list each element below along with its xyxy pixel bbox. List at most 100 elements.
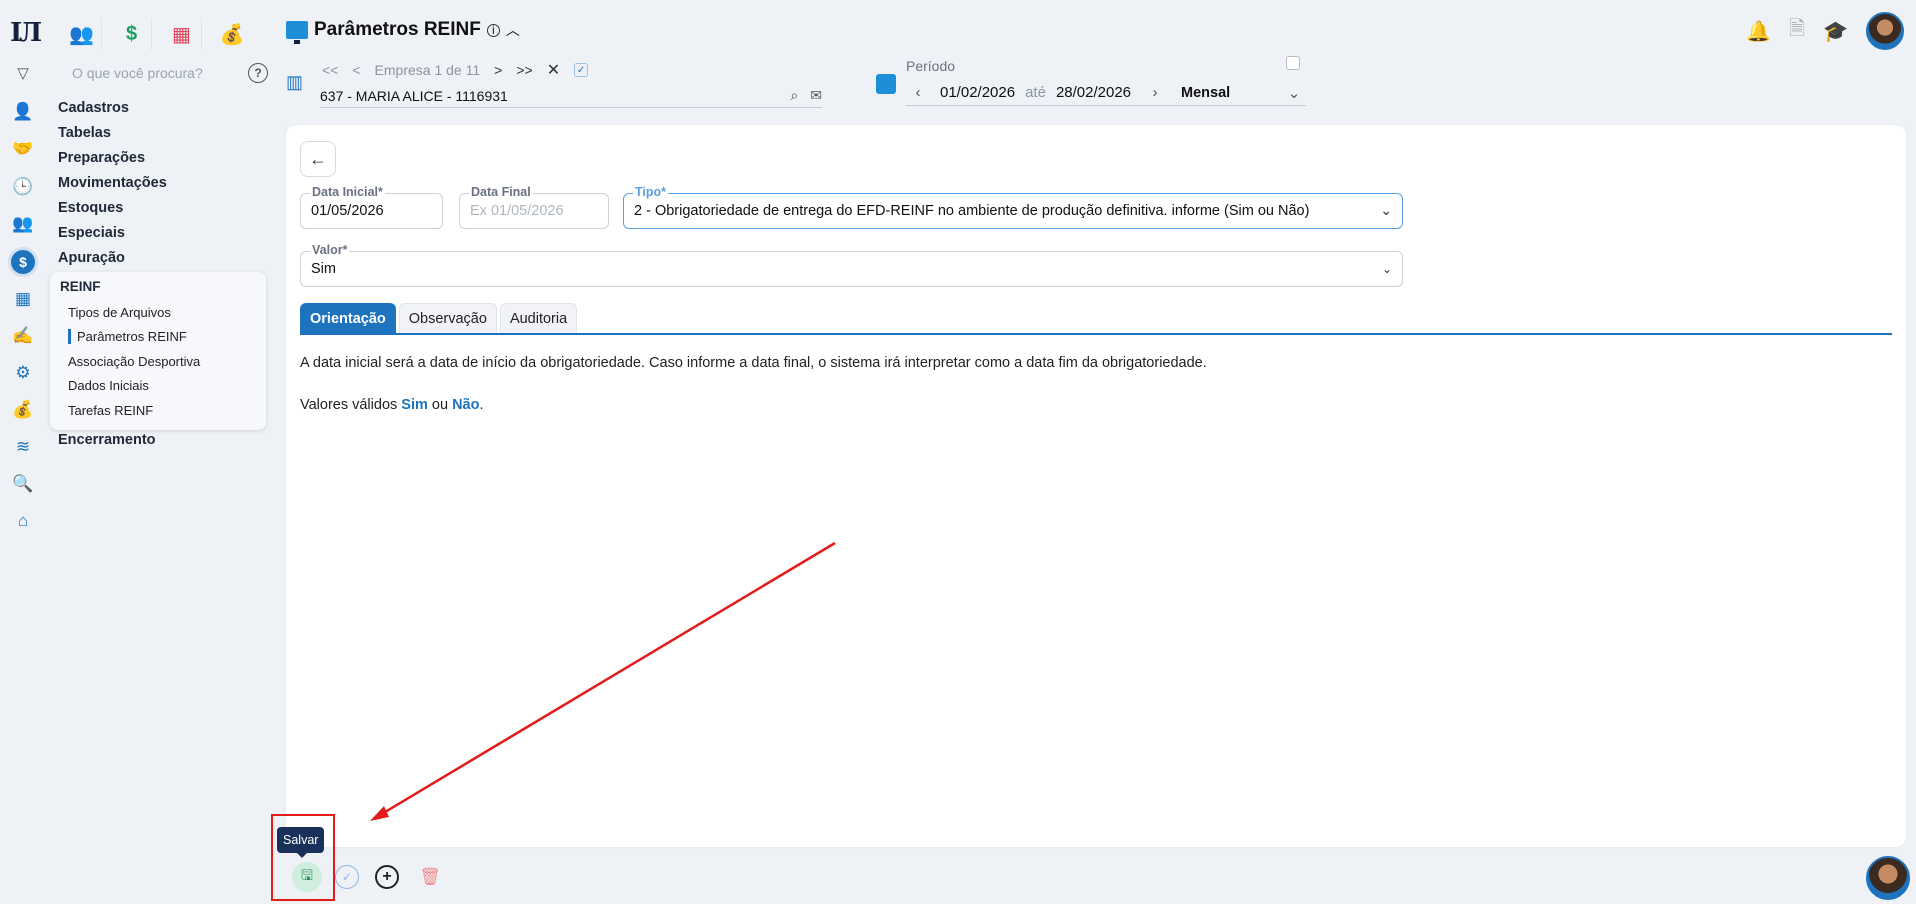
tipo-label: Tipo* (633, 185, 669, 199)
search-icon[interactable]: ⌕ (790, 87, 798, 104)
next-company-button[interactable]: > (494, 62, 502, 78)
valor-value: Sim (311, 261, 336, 277)
data-inicial-field[interactable]: Data Inicial* 01/05/2026 (300, 185, 443, 229)
tab-orientacao[interactable]: Orientação (300, 303, 396, 333)
data-final-label: Data Final (469, 185, 533, 199)
periodo-start[interactable]: 01/02/2026 (940, 84, 1015, 101)
bell-icon[interactable]: 🔔 (1746, 19, 1771, 44)
chevron-down-icon[interactable]: ⌄ (1382, 262, 1392, 276)
submenu-item-dados-iniciais[interactable]: Dados Iniciais (68, 378, 149, 393)
page-header: Parâmetros REINF i ︿ (286, 19, 520, 44)
arrow-left-icon: ← (309, 148, 327, 169)
hand-pen-icon[interactable]: ✍ (11, 324, 35, 348)
periodo-checkbox[interactable] (1286, 56, 1300, 70)
valor-sim: Sim (401, 397, 428, 413)
assistant-avatar[interactable] (1866, 856, 1910, 900)
valor-nao: Não (452, 397, 480, 413)
app-shortcuts: 👥 $ ▦ 💰 (62, 18, 252, 50)
multi-select-checkbox[interactable]: ✓ (574, 63, 589, 77)
users-icon[interactable]: 👤 (11, 100, 35, 124)
data-final-field[interactable]: Data Final Ex 01/05/2026 (459, 185, 609, 229)
ou-text: ou (427, 397, 453, 413)
people-icon[interactable]: 👥 (11, 212, 35, 236)
back-button[interactable]: ← (300, 141, 336, 177)
periodo-label: Período (906, 58, 956, 74)
save-button[interactable]: 🖫 (292, 862, 322, 892)
valores-validos-text: Valores válidos (300, 397, 402, 413)
tab-auditoria[interactable]: Auditoria (499, 303, 578, 333)
help-icon[interactable]: ? (248, 63, 268, 83)
page-title: Parâmetros REINF (314, 19, 481, 40)
empresa-field[interactable]: 637 - MARIA ALICE - 1116931 ⌕ ✉ (320, 84, 822, 108)
orientacao-line1: A data inicial será a data de início da … (300, 355, 1207, 371)
chevron-right-icon[interactable]: › (1143, 84, 1167, 101)
check-icon: ✓ (341, 870, 353, 884)
delete-button[interactable]: 🗑 (418, 865, 442, 889)
main-card: ← Data Inicial* 01/05/2026 Data Final Ex… (286, 125, 1906, 847)
app-logo[interactable]: ІЛ (10, 18, 42, 48)
info-icon[interactable]: i (486, 23, 500, 37)
side-menu: Cadastros Tabelas Preparações Movimentaç… (58, 96, 268, 271)
submenu-head[interactable]: REINF (60, 279, 101, 294)
home-icon[interactable]: ⌂ (11, 509, 35, 533)
graduation-cap-icon[interactable]: 🎓 (1823, 19, 1848, 44)
menu-item-especiais[interactable]: Especiais (58, 221, 268, 246)
periodo-end[interactable]: 28/02/2026 (1056, 84, 1131, 101)
mail-icon[interactable]: ✉ (810, 87, 822, 104)
tab-observacao[interactable]: Observação (398, 303, 497, 333)
company-position: Empresa 1 de 11 (374, 62, 481, 78)
periodo-mode-select[interactable]: Mensal (1181, 85, 1282, 101)
layers-icon[interactable]: ≋ (11, 435, 35, 459)
chevron-up-icon[interactable]: ︿ (506, 20, 520, 40)
money-bag-icon[interactable]: 💰 (11, 398, 35, 422)
data-inicial-value: 01/05/2026 (311, 203, 384, 219)
tab-bar: Orientação Observação Auditoria (300, 303, 1892, 335)
search-input[interactable]: O que você procura? (72, 65, 248, 81)
save-tooltip: Salvar (277, 827, 325, 858)
menu-item-apuracao[interactable]: Apuração (58, 246, 268, 271)
submenu-item-parametros-reinf[interactable]: Parâmetros REINF (68, 329, 187, 344)
first-company-button[interactable]: << (322, 62, 338, 78)
confirm-button[interactable]: ✓ (335, 865, 359, 889)
dollar-app-icon[interactable]: $ (112, 18, 152, 50)
valor-select[interactable]: Valor* Sim ⌄ (300, 243, 1403, 287)
period-text: . (479, 397, 484, 413)
spreadsheet-icon[interactable]: ▦ (162, 18, 202, 50)
calculator-icon[interactable]: ▦ (11, 287, 35, 311)
orientacao-content: A data inicial será a data de início da … (300, 353, 1207, 415)
magnifier-icon[interactable]: 🔍 (11, 472, 35, 496)
menu-item-movimentacoes[interactable]: Movimentações (58, 171, 268, 196)
gear-icon[interactable]: ⚙ (11, 361, 35, 385)
chevron-down-icon[interactable]: ⌄ (1282, 84, 1306, 102)
menu-item-cadastros[interactable]: Cadastros (58, 96, 268, 121)
submenu-item-associacao-desportiva[interactable]: Associação Desportiva (68, 354, 200, 369)
submenu-item-tipos-arquivos[interactable]: Tipos de Arquivos (68, 305, 171, 320)
clock-icon[interactable]: 🕒 (11, 175, 35, 199)
money-bag-app-icon[interactable]: 💰 (212, 18, 252, 50)
empresa-nav: << < Empresa 1 de 11 > >> ✕ ✓ (322, 58, 822, 82)
submenu-item-tarefas-reinf[interactable]: Tarefas REINF (68, 403, 153, 418)
monitor-icon (286, 21, 308, 44)
chevron-left-icon[interactable]: ‹ (906, 84, 930, 101)
empresa-value: 637 - MARIA ALICE - 1116931 (320, 87, 508, 104)
top-right-actions: 🔔 🗎 🎓 (1746, 12, 1904, 50)
menu-item-preparacoes[interactable]: Preparações (58, 146, 268, 171)
menu-item-encerramento[interactable]: Encerramento (58, 432, 156, 448)
tipo-select[interactable]: Tipo* 2 - Obrigatoriedade de entrega do … (623, 185, 1403, 229)
people-group-icon[interactable]: 👥 (62, 18, 102, 50)
menu-item-tabelas[interactable]: Tabelas (58, 121, 268, 146)
last-company-button[interactable]: >> (516, 62, 532, 78)
chevron-down-icon[interactable]: ⌄ (1380, 202, 1392, 219)
building-icon: ▥ (286, 72, 304, 92)
clear-icon[interactable]: ✕ (547, 60, 560, 80)
menu-item-estoques[interactable]: Estoques (58, 196, 268, 221)
document-search-icon[interactable]: 🗎 (1789, 14, 1805, 48)
data-inicial-label: Data Inicial* (310, 185, 385, 199)
periodo-ate: até (1025, 84, 1046, 101)
add-button[interactable]: + (375, 865, 399, 889)
prev-company-button[interactable]: < (352, 62, 360, 78)
avatar[interactable] (1866, 12, 1904, 50)
empresa-selector: ▥ << < Empresa 1 de 11 > >> ✕ ✓ 637 - MA… (286, 58, 822, 108)
dollar-icon[interactable]: $ (11, 250, 35, 274)
handshake-icon[interactable]: 🤝 (11, 137, 35, 161)
